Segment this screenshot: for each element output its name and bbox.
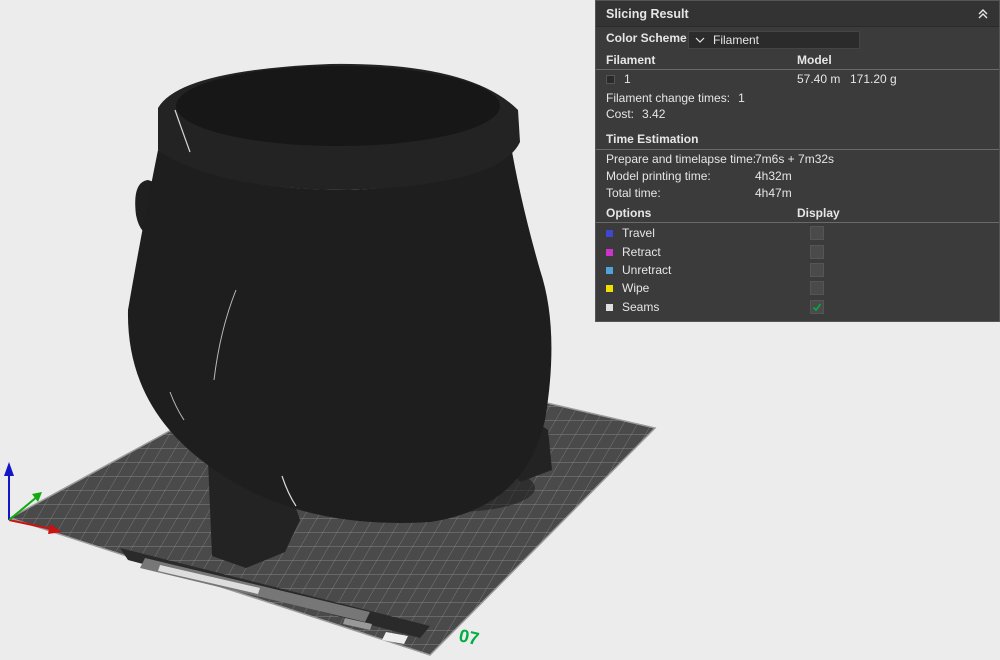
chevron-down-icon — [695, 37, 705, 43]
time-label: Model printing time: — [606, 169, 711, 183]
unretract-color-swatch — [606, 266, 613, 274]
option-row-seams: Seams — [606, 298, 999, 316]
separator — [596, 222, 999, 223]
time-estimation-label: Time Estimation — [606, 132, 699, 146]
color-scheme-value: Filament — [713, 33, 760, 47]
wipe-color-swatch — [606, 284, 613, 292]
cost-row: Cost: 3.42 — [606, 105, 999, 123]
filament-length: 57.40 m — [797, 72, 841, 86]
model-header: Model — [797, 53, 832, 67]
cost-label: Cost: — [606, 107, 635, 121]
option-label: Retract — [622, 245, 661, 259]
panel-title: Slicing Result — [606, 6, 689, 21]
option-label: Travel — [622, 226, 655, 240]
options-header: Options Display — [606, 204, 999, 222]
seams-display-checkbox[interactable] — [810, 300, 824, 314]
time-value: 7m6s + 7m32s — [755, 152, 835, 166]
option-row-wipe: Wipe — [606, 279, 999, 297]
time-estimation-title: Time Estimation — [606, 130, 999, 148]
filament-row: 1 57.40 m 171.20 g — [606, 70, 999, 88]
options-label: Options — [606, 206, 652, 220]
filament-weight: 171.20 g — [850, 72, 897, 86]
time-row: Total time: 4h47m — [606, 184, 999, 202]
filament-color-swatch — [606, 74, 615, 84]
retract-color-swatch — [606, 248, 613, 256]
collapse-button[interactable] — [975, 6, 991, 22]
display-label: Display — [797, 206, 840, 220]
option-row-retract: Retract — [606, 243, 999, 261]
wipe-display-checkbox[interactable] — [810, 281, 824, 295]
filament-header: Filament — [606, 53, 656, 67]
option-label: Unretract — [622, 263, 672, 277]
filament-change-label: Filament change times: — [606, 91, 731, 105]
option-label: Wipe — [622, 281, 650, 295]
filament-change-value: 1 — [738, 91, 745, 105]
color-scheme-label: Color Scheme — [606, 31, 687, 45]
slicing-result-panel: Slicing Result Color Scheme Filament Fil… — [595, 0, 1000, 322]
panel-header: Slicing Result — [596, 1, 999, 27]
time-row: Prepare and timelapse time: 7m6s + 7m32s — [606, 150, 999, 168]
option-row-unretract: Unretract — [606, 261, 999, 279]
time-value: 4h47m — [755, 186, 792, 200]
retract-display-checkbox[interactable] — [810, 245, 824, 259]
plate-label: 07 — [457, 625, 481, 649]
time-row: Model printing time: 4h32m — [606, 167, 999, 185]
filament-index: 1 — [624, 72, 631, 86]
cost-value: 3.42 — [642, 107, 666, 121]
seams-color-swatch — [606, 303, 613, 311]
option-row-travel: Travel — [606, 224, 999, 242]
time-value: 4h32m — [755, 169, 792, 183]
option-label: Seams — [622, 300, 660, 314]
check-icon — [812, 303, 822, 312]
travel-color-swatch — [606, 229, 613, 237]
chevron-up-icon — [978, 8, 988, 18]
travel-display-checkbox[interactable] — [810, 226, 824, 240]
time-label: Total time: — [606, 186, 661, 200]
time-label: Prepare and timelapse time: — [606, 152, 757, 166]
filament-table-header: Filament Model — [606, 51, 999, 69]
color-scheme-select[interactable]: Filament — [688, 31, 860, 49]
unretract-display-checkbox[interactable] — [810, 263, 824, 277]
